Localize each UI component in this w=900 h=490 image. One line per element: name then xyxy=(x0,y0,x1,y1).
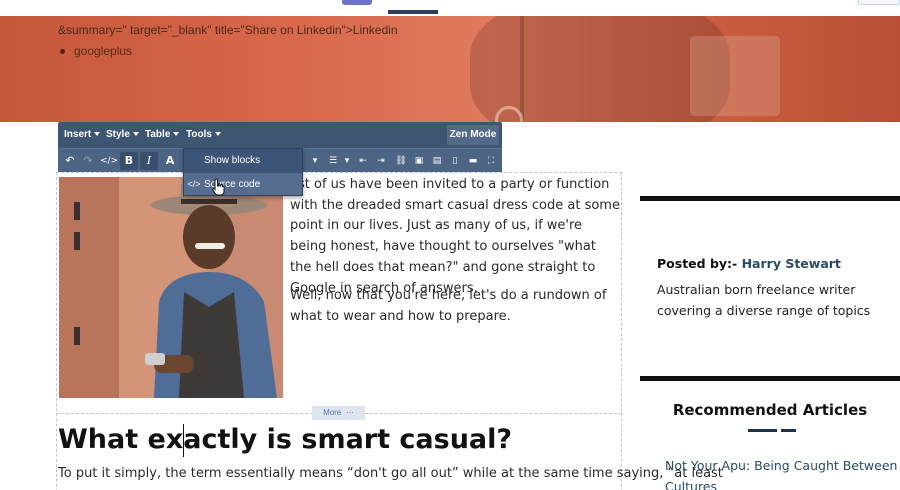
author-bio: Australian born freelance writer coverin… xyxy=(657,282,871,318)
comment-icon[interactable]: ▬ xyxy=(464,152,482,170)
menu-tools[interactable]: Tools xyxy=(186,129,221,140)
posted-by-label: Posted by:- xyxy=(657,256,738,271)
show-blocks-label: Show blocks xyxy=(204,155,261,166)
read-more-label: More xyxy=(323,408,342,417)
nav-button[interactable] xyxy=(342,0,372,5)
chevron-down-icon xyxy=(132,132,139,137)
hero-background-line xyxy=(520,16,524,122)
align-dropdown-caret-icon[interactable]: ▾ xyxy=(306,152,324,170)
nav-active-tab-indicator[interactable] xyxy=(388,10,438,14)
image-icon[interactable]: ▣ xyxy=(410,152,428,170)
menu-table[interactable]: Table xyxy=(145,129,180,140)
article-paragraph-2[interactable]: Well, now that you're here, let's do a r… xyxy=(290,286,620,327)
recommended-title-underline xyxy=(748,429,796,432)
hero-background-sign xyxy=(690,36,780,116)
link-icon[interactable]: ⛓ xyxy=(392,152,410,170)
sidebar-divider-top xyxy=(640,196,900,201)
editor-menubar: Insert Style Table Tools Zen Mode xyxy=(58,122,502,148)
article-paragraph-1[interactable]: est of us have been invited to a party o… xyxy=(290,175,620,299)
code-view-icon[interactable]: </> xyxy=(100,152,118,170)
fullscreen-icon[interactable]: ⛶ xyxy=(482,152,500,170)
top-navigation-bar xyxy=(0,0,900,16)
zen-mode-button[interactable]: Zen Mode xyxy=(447,125,499,145)
font-color-button[interactable]: A xyxy=(161,152,179,170)
document-icon[interactable]: ▯ xyxy=(446,152,464,170)
text-cursor xyxy=(183,424,184,457)
undo-icon[interactable]: ↶ xyxy=(61,152,79,170)
tools-dropdown-menu: Show blocks </> Source code xyxy=(183,148,303,196)
nav-right-button[interactable] xyxy=(858,0,900,5)
chevron-down-icon xyxy=(94,132,101,137)
chevron-down-icon xyxy=(173,132,180,137)
menu-item-show-blocks[interactable]: Show blocks xyxy=(184,150,302,172)
sidebar-divider-recommended xyxy=(640,376,900,381)
hero-share-linkedin-text: &summary=" target="_blank" title="Share … xyxy=(58,23,398,37)
hero-share-list-item[interactable]: googleplus xyxy=(60,44,132,58)
redo-icon[interactable]: ↷ xyxy=(79,152,97,170)
recommended-article-link[interactable]: Not Your Apu: Being Caught Between Cultu… xyxy=(665,456,900,490)
man-smiling-photo-icon xyxy=(59,177,283,398)
article-photo[interactable] xyxy=(59,177,283,398)
bullet-icon xyxy=(60,49,65,55)
bold-button[interactable]: B xyxy=(120,152,138,170)
italic-button[interactable]: I xyxy=(140,152,158,170)
author-link[interactable]: Harry Stewart xyxy=(742,256,841,271)
googleplus-link[interactable]: googleplus xyxy=(74,44,132,58)
chevron-down-icon xyxy=(214,132,221,137)
posted-by: Posted by:- Harry Stewart xyxy=(657,256,841,271)
media-icon[interactable]: ▤ xyxy=(428,152,446,170)
indent-icon[interactable]: ⇥ xyxy=(372,152,390,170)
article-paragraph-3[interactable]: To put it simply, the term essentially m… xyxy=(58,464,723,485)
hand-cursor-icon xyxy=(212,178,225,196)
outdent-icon[interactable]: ⇤ xyxy=(354,152,372,170)
menu-style-label: Style xyxy=(106,129,130,140)
article-heading[interactable]: What exactly is smart casual? xyxy=(58,424,512,455)
menu-item-source-code[interactable]: </> Source code xyxy=(184,173,302,195)
recommended-articles-title: Recommended Articles xyxy=(672,401,868,419)
menu-insert-label: Insert xyxy=(64,129,92,140)
source-code-icon: </> xyxy=(187,179,201,189)
menu-style[interactable]: Style xyxy=(106,129,139,140)
menu-insert[interactable]: Insert xyxy=(64,129,101,140)
menu-table-label: Table xyxy=(145,129,171,140)
read-more-tag[interactable]: More ⋯ xyxy=(312,406,365,420)
menu-tools-label: Tools xyxy=(186,129,212,140)
